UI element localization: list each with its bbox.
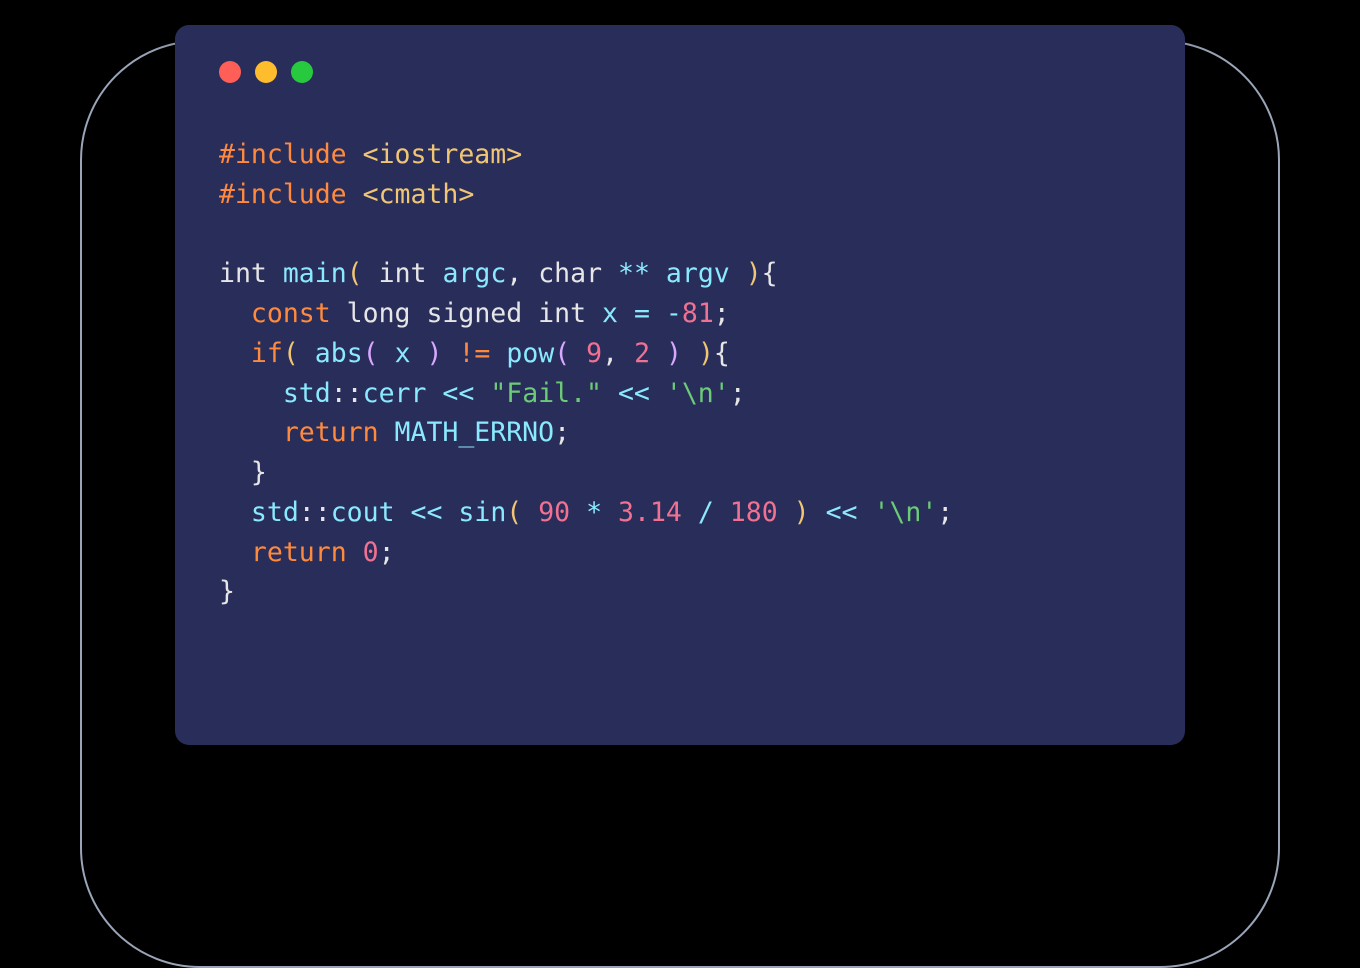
punct-semi: ; [379, 537, 395, 568]
op-star: * [586, 497, 602, 528]
maximize-icon[interactable] [291, 61, 313, 83]
op-eq: = [634, 298, 650, 329]
preproc-include: #include [219, 139, 347, 170]
op-shl: << [826, 497, 858, 528]
paren: ) [427, 338, 443, 369]
char-newline: '\n' [666, 378, 730, 409]
num-90: 90 [538, 497, 570, 528]
paren: ) [666, 338, 682, 369]
op-neq: != [458, 338, 490, 369]
brace: } [251, 457, 267, 488]
string-fail: "Fail." [490, 378, 602, 409]
paren: ( [554, 338, 570, 369]
type-signed: signed [426, 298, 522, 329]
code-window: #include <iostream> #include <cmath> int… [175, 25, 1185, 745]
preproc-include: #include [219, 179, 347, 210]
kw-const: const [251, 298, 331, 329]
paren: ( [283, 338, 299, 369]
scope-op: :: [331, 378, 363, 409]
kw-return: return [251, 537, 347, 568]
brace: { [714, 338, 730, 369]
header-iostream: <iostream> [363, 139, 523, 170]
brace: { [762, 258, 778, 289]
paren: ( [506, 497, 522, 528]
const-math-errno: MATH_ERRNO [395, 417, 555, 448]
func-main: main [283, 258, 347, 289]
op-shl: << [442, 378, 474, 409]
ident-std: std [283, 378, 331, 409]
ident-x: x [602, 298, 618, 329]
type-char: char [538, 258, 602, 289]
brace: } [219, 576, 235, 607]
ident-cerr: cerr [363, 378, 427, 409]
paren: ) [794, 497, 810, 528]
paren: ) [746, 258, 762, 289]
punct-semi: ; [730, 378, 746, 409]
close-icon[interactable] [219, 61, 241, 83]
paren: ( [363, 338, 379, 369]
punct-semi: ; [714, 298, 730, 329]
op-slash: / [698, 497, 714, 528]
punct-comma: , [602, 338, 618, 369]
paren: ( [347, 258, 363, 289]
char-newline: '\n' [873, 497, 937, 528]
op-stars: ** [618, 258, 650, 289]
num-0: 0 [363, 537, 379, 568]
minimize-icon[interactable] [255, 61, 277, 83]
func-sin: sin [458, 497, 506, 528]
op-minus: - [666, 298, 682, 329]
func-abs: abs [315, 338, 363, 369]
type-int: int [538, 298, 586, 329]
type-int: int [219, 258, 267, 289]
punct-comma: , [506, 258, 522, 289]
type-int: int [379, 258, 427, 289]
ident-x: x [395, 338, 411, 369]
func-pow: pow [506, 338, 554, 369]
kw-return: return [283, 417, 379, 448]
punct-semi: ; [554, 417, 570, 448]
ident-argv: argv [666, 258, 730, 289]
type-long: long [347, 298, 411, 329]
num-2: 2 [634, 338, 650, 369]
num-180: 180 [730, 497, 778, 528]
header-cmath: <cmath> [363, 179, 475, 210]
op-shl: << [411, 497, 443, 528]
paren: ) [698, 338, 714, 369]
punct-semi: ; [937, 497, 953, 528]
num-81: 81 [682, 298, 714, 329]
scope-op: :: [299, 497, 331, 528]
code-block: #include <iostream> #include <cmath> int… [219, 135, 1141, 612]
ident-cout: cout [331, 497, 395, 528]
ident-argc: argc [442, 258, 506, 289]
num-pi: 3.14 [618, 497, 682, 528]
kw-if: if [251, 338, 283, 369]
num-9: 9 [586, 338, 602, 369]
op-shl: << [618, 378, 650, 409]
ident-std: std [251, 497, 299, 528]
window-traffic-lights [219, 61, 1141, 83]
